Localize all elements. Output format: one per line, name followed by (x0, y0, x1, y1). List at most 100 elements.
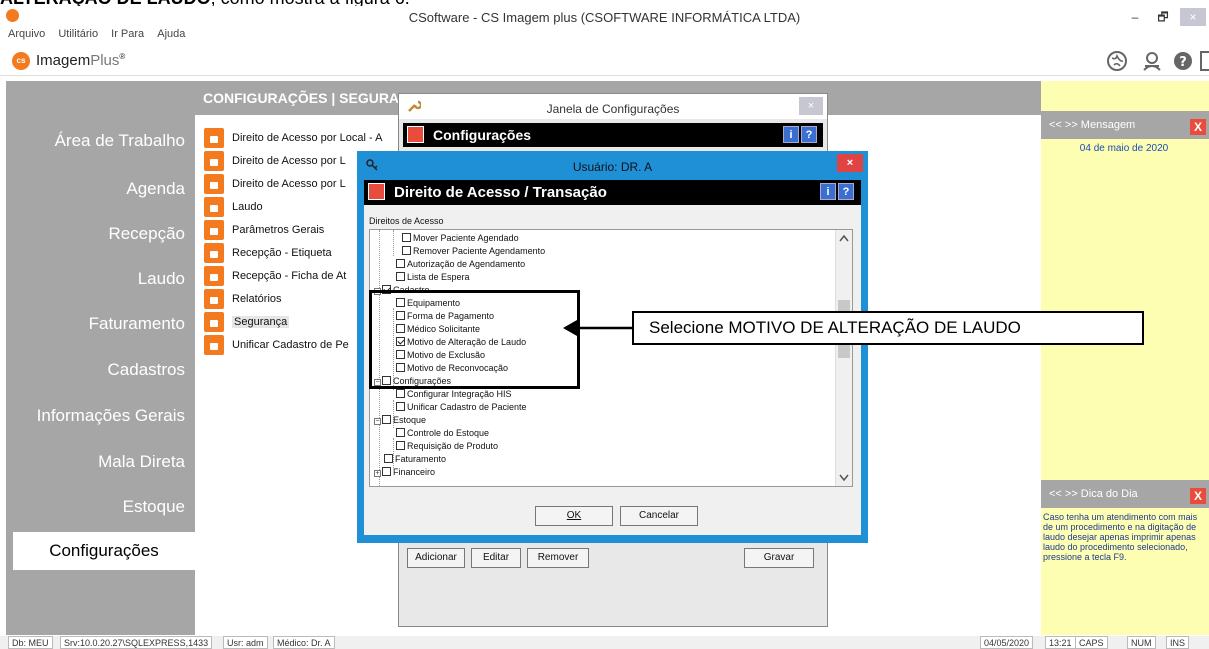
wrench-icon (204, 220, 224, 240)
lock-icon (204, 151, 224, 171)
report-icon (204, 197, 224, 217)
message-header: << >> Mensagem X (1041, 111, 1209, 139)
checkbox[interactable] (382, 415, 391, 424)
page-title: CONFIGURAÇÕES | SEGURANÇA (203, 90, 430, 106)
tree-item[interactable]: − Estoque (374, 414, 426, 427)
status-caps: CAPS (1075, 636, 1108, 649)
users-settings-icon (204, 243, 224, 263)
status-time: 13:21 (1045, 636, 1076, 649)
tree-item[interactable]: Unificar Cadastro de Paciente (396, 401, 527, 414)
help-icon[interactable]: ? (801, 126, 817, 143)
message-date: 04 de maio de 2020 (1079, 143, 1169, 154)
lock-icon (204, 312, 224, 332)
close-button[interactable]: × (799, 97, 823, 115)
cancel-button[interactable]: Cancelar (620, 506, 698, 526)
tree-item[interactable]: Mover Paciente Agendado (402, 232, 519, 245)
right-panel: << >> Mensagem X 04 de maio de 2020 << >… (1041, 81, 1209, 635)
checkbox[interactable] (396, 402, 405, 411)
config-icon (368, 183, 385, 200)
tree-item[interactable]: Lista de Espera (396, 271, 470, 284)
status-doctor: Médico: Dr. A (273, 636, 335, 649)
checkbox[interactable] (402, 246, 411, 255)
report-settings-icon (204, 289, 224, 309)
app-logo-text: ImagemPlus® (36, 52, 126, 69)
ok-button[interactable]: OK (535, 506, 613, 526)
remove-button[interactable]: Remover (527, 548, 589, 568)
tree-item[interactable]: Controle do Estoque (396, 427, 489, 440)
tree-item[interactable]: + Financeiro (374, 466, 435, 479)
checkbox[interactable] (384, 454, 393, 463)
status-num: NUM (1127, 636, 1156, 649)
list-item[interactable]: Direito de Acesso por Local - A (204, 128, 404, 151)
globe-icon[interactable] (1106, 50, 1128, 72)
sidebar-item-laudo[interactable]: Laudo (138, 269, 185, 289)
sidebar: Área de Trabalho Agenda Recepção Laudo F… (6, 81, 195, 635)
sidebar-item-area-de-trabalho[interactable]: Área de Trabalho (55, 131, 185, 151)
status-db: Db: MEU (8, 636, 53, 649)
sidebar-item-agenda[interactable]: Agenda (126, 179, 185, 199)
window-titlebar: CSoftware - CS Imagem plus (CSOFTWARE IN… (0, 6, 1209, 28)
config-band: Configurações i ? (403, 123, 823, 147)
config-window-titlebar: Janela de Configurações × (399, 94, 827, 119)
sidebar-item-informacoes-gerais[interactable]: Informações Gerais (37, 406, 185, 426)
maximize-button[interactable]: 🗗 (1150, 8, 1176, 26)
sidebar-item-estoque[interactable]: Estoque (123, 497, 185, 517)
add-button[interactable]: Adicionar (407, 548, 465, 568)
section-label: Direitos de Acesso (369, 216, 444, 226)
status-date: 04/05/2020 (980, 636, 1034, 649)
config-icon (407, 126, 424, 143)
tree-item[interactable]: Autorização de Agendamento (396, 258, 525, 271)
menu-utilitario[interactable]: Utilitário (58, 28, 98, 40)
help-icon[interactable]: ? (1172, 50, 1194, 72)
highlight-box (369, 290, 580, 389)
dialog-titlebar: Usuário: DR. A × (357, 151, 868, 179)
tree-item[interactable]: Requisição de Produto (396, 440, 498, 453)
close-button[interactable]: × (1180, 8, 1206, 26)
sidebar-item-configuracoes[interactable]: Configurações (13, 532, 195, 570)
checkbox[interactable] (396, 428, 405, 437)
checkbox[interactable] (396, 272, 405, 281)
exit-icon[interactable] (1200, 50, 1209, 72)
tip-header: << >> Dica do Dia X (1041, 480, 1209, 508)
tree-item[interactable]: Faturamento (384, 453, 446, 466)
scroll-up-icon[interactable] (839, 234, 849, 242)
expand-toggle[interactable]: + (374, 470, 381, 477)
checkbox[interactable] (396, 389, 405, 398)
svg-text:?: ? (1179, 55, 1187, 70)
scroll-down-icon[interactable] (839, 474, 849, 482)
status-bar: Db: MEU Srv:10.0.20.27\SQLEXPRESS,1433 U… (0, 636, 1209, 649)
edit-button[interactable]: Editar (471, 548, 521, 568)
status-ins: INS (1166, 636, 1190, 649)
menu-arquivo[interactable]: Arquivo (8, 28, 45, 40)
info-icon[interactable]: i (820, 183, 836, 200)
checkbox[interactable] (382, 467, 391, 476)
minimize-button[interactable]: – (1122, 8, 1148, 26)
tree-scrollbar[interactable] (835, 230, 852, 486)
access-band: Direito de Acesso / Transação i ? (364, 180, 861, 205)
tree-guide (393, 230, 394, 256)
instruction-callout: Selecione MOTIVO DE ALTERAÇÃO DE LAUDO (632, 311, 1144, 345)
tree-item[interactable]: Configurar Integração HIS (396, 388, 512, 401)
help-icon[interactable]: ? (838, 183, 854, 200)
menu-ajuda[interactable]: Ajuda (157, 28, 185, 40)
sidebar-item-recepcao[interactable]: Recepção (108, 224, 185, 244)
checkbox[interactable] (396, 441, 405, 450)
save-button[interactable]: Gravar (744, 548, 814, 568)
sidebar-item-faturamento[interactable]: Faturamento (89, 314, 185, 334)
arrow-icon (563, 320, 633, 336)
collapse-toggle[interactable]: − (374, 418, 381, 425)
sidebar-item-mala-direta[interactable]: Mala Direta (98, 452, 185, 472)
checkbox[interactable] (402, 233, 411, 242)
close-icon[interactable]: X (1190, 119, 1206, 135)
menu-ir-para[interactable]: Ir Para (111, 28, 144, 40)
checkbox[interactable] (396, 259, 405, 268)
support-icon[interactable] (1141, 50, 1163, 72)
tree-item[interactable]: Remover Paciente Agendamento (402, 245, 545, 258)
app-header: cs ImagemPlus® ? (0, 46, 1209, 76)
info-icon[interactable]: i (783, 126, 799, 143)
close-button[interactable]: × (837, 154, 863, 172)
logo-icon: cs (12, 52, 30, 70)
sidebar-item-cadastros[interactable]: Cadastros (108, 360, 185, 380)
folder-settings-icon (204, 266, 224, 286)
close-icon[interactable]: X (1190, 488, 1206, 504)
